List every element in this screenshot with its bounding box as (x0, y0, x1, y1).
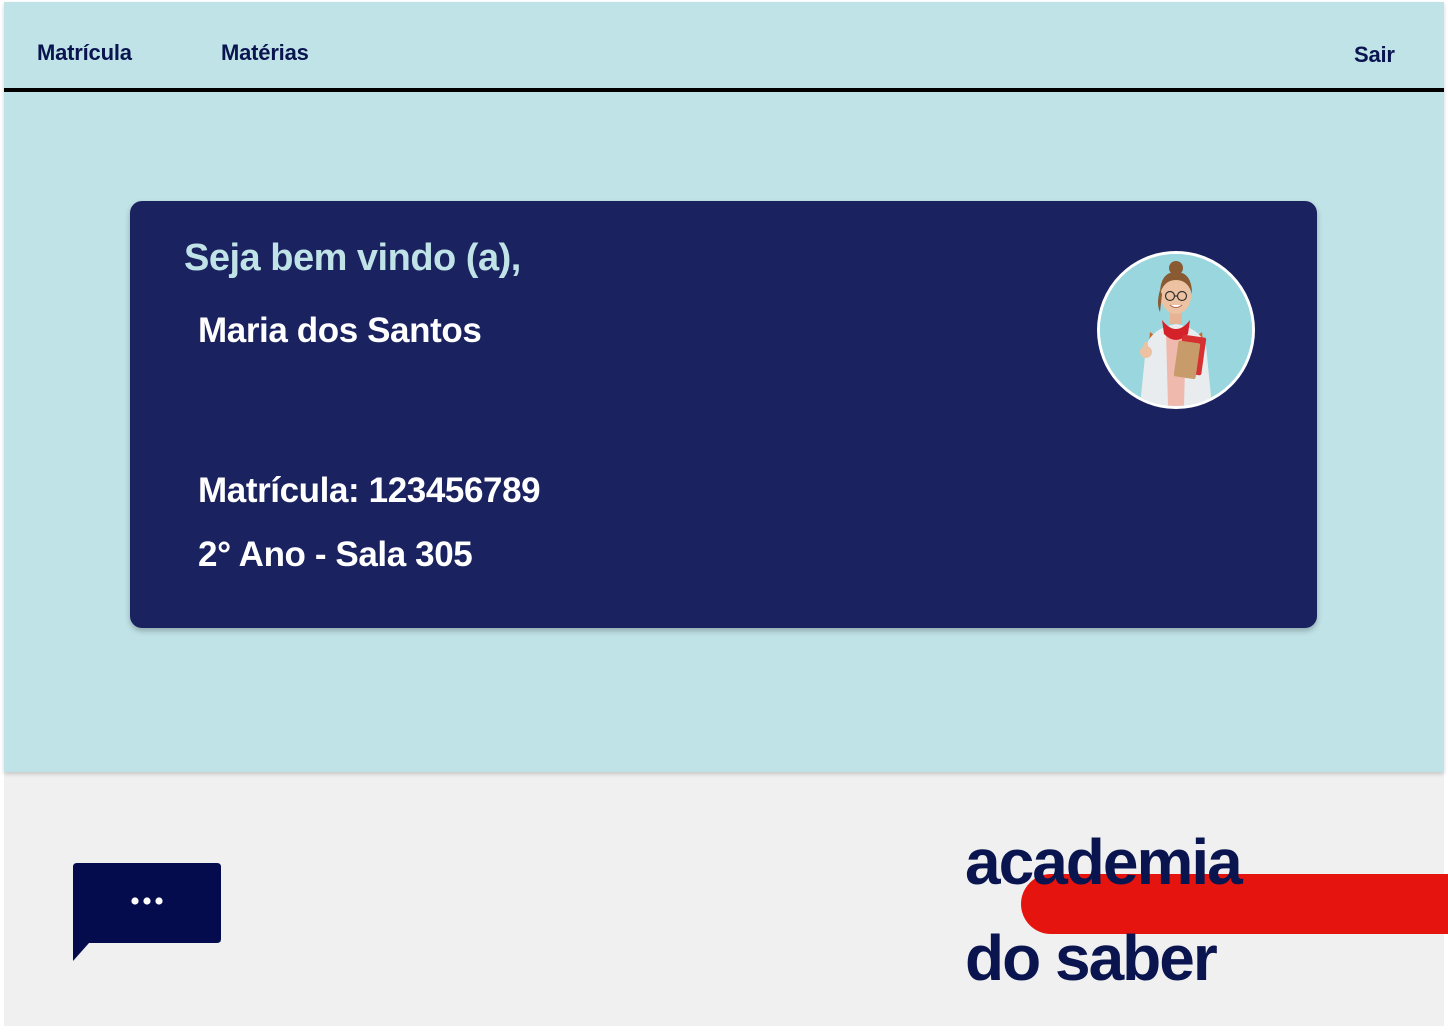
logout-link[interactable]: Sair (1354, 42, 1395, 68)
grade-room: 2° Ano - Sala 305 (198, 535, 473, 574)
chat-bubble-ellipsis-icon (73, 863, 221, 961)
nav-link-matricula[interactable]: Matrícula (37, 40, 132, 66)
welcome-heading: Seja bem vindo (a), (184, 237, 521, 279)
top-navbar: Matrícula Matérias Sair (4, 2, 1444, 92)
welcome-card: Seja bem vindo (a), Maria dos Santos Mat… (130, 201, 1317, 628)
enrollment-number: Matrícula: 123456789 (198, 471, 541, 510)
main-area: Matrícula Matérias Sair Seja bem vindo (… (4, 2, 1444, 772)
app-frame: Matrícula Matérias Sair Seja bem vindo (… (4, 2, 1448, 1026)
nav-link-materias[interactable]: Matérias (221, 40, 309, 66)
chat-button[interactable] (73, 863, 221, 961)
student-name: Maria dos Santos (198, 311, 482, 350)
academia-do-saber-logo: academia do saber (965, 822, 1448, 1002)
logo-text-line1: academia (965, 826, 1243, 898)
student-avatar (1097, 251, 1255, 409)
student-photo-icon (1100, 254, 1252, 406)
logo-text-line2: do saber (965, 922, 1218, 994)
